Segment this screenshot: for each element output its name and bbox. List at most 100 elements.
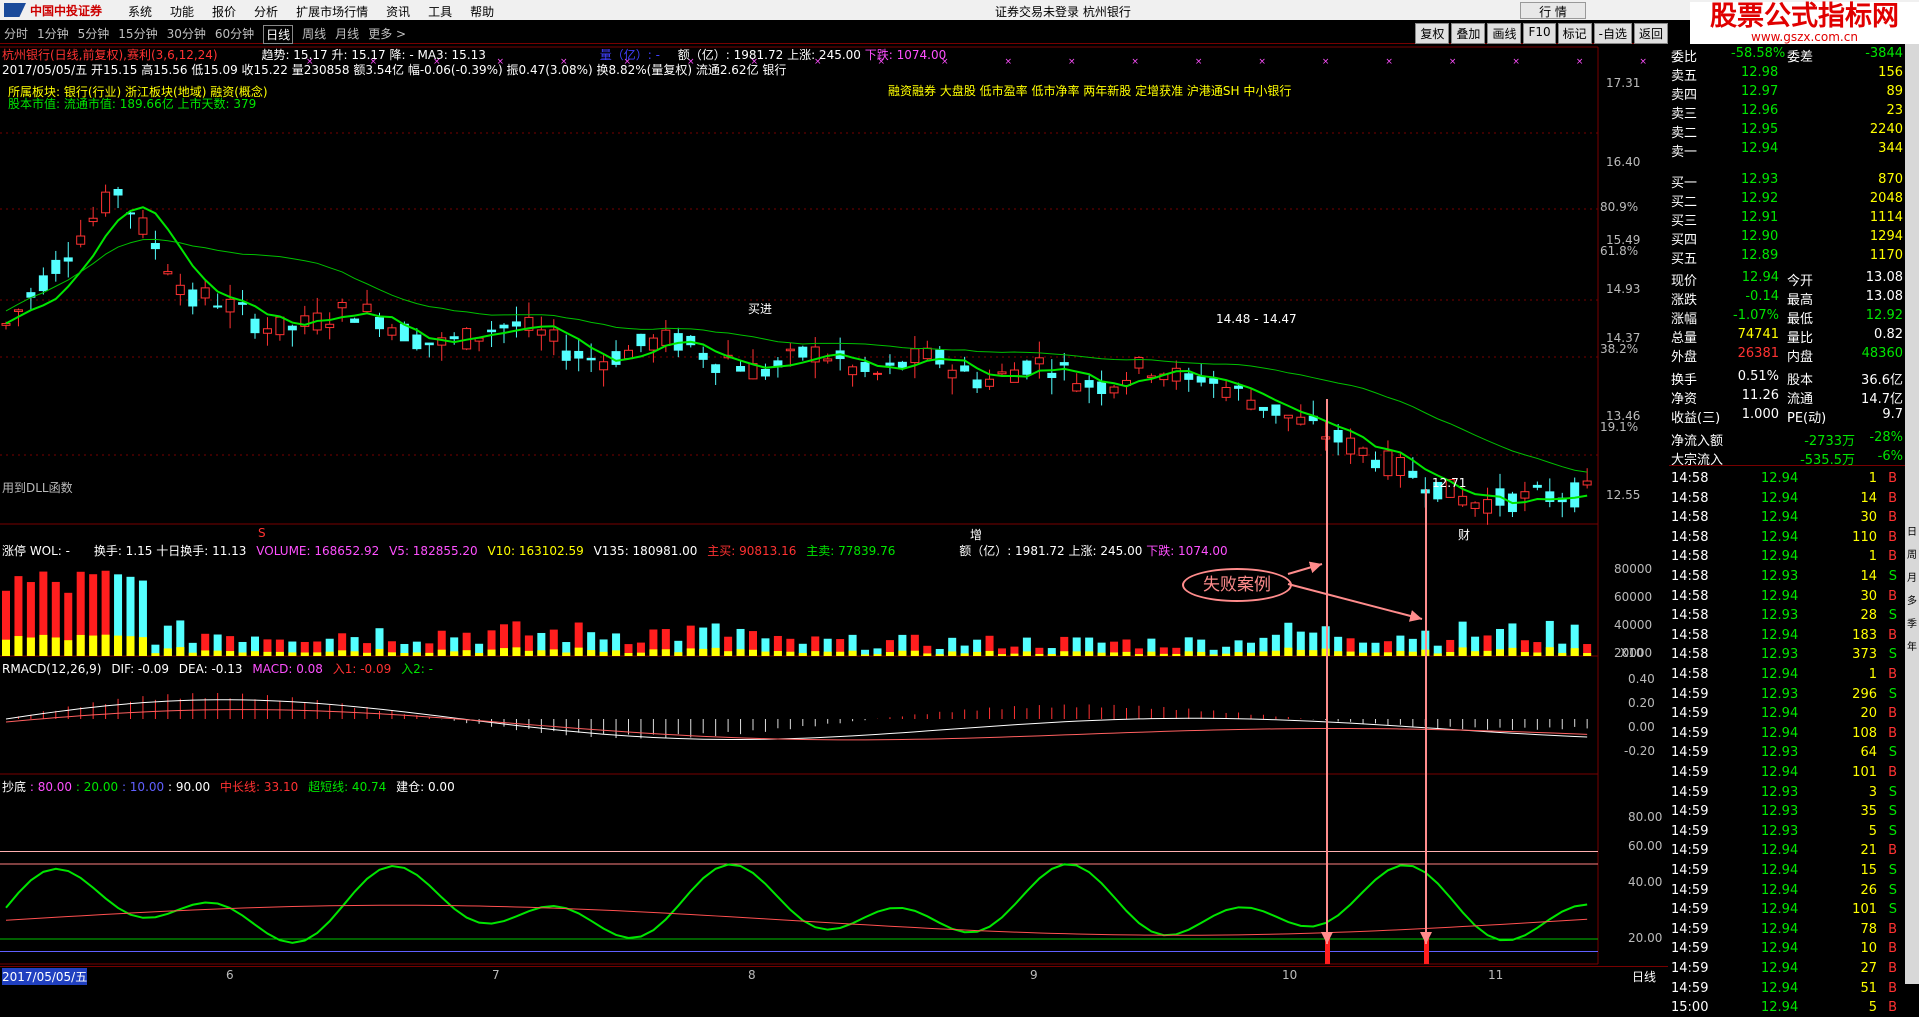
ask-volume: 23 (1886, 103, 1903, 118)
candle-body (1458, 495, 1468, 506)
candle-body (760, 368, 770, 377)
tick-direction: B (1888, 765, 1897, 780)
volume-bar-base (898, 650, 907, 656)
stat-value: 13.08 (1865, 289, 1903, 304)
volume-bar-base (1022, 651, 1031, 656)
mark-button[interactable]: 标记 (1557, 23, 1592, 44)
tick-row: 14:59 12.94 108 B (1669, 724, 1905, 743)
tab-5min[interactable]: 5分钟 (78, 25, 110, 44)
back-button[interactable]: 返回 (1633, 23, 1668, 44)
tab-more[interactable]: 更多 > (368, 25, 406, 44)
overlay-button[interactable]: 叠加 (1451, 23, 1486, 44)
candle-body (1470, 502, 1480, 509)
period-season-button[interactable]: 季 (1905, 616, 1919, 634)
low-price-label: 12.71 (1432, 476, 1467, 490)
date-axis-month: 8 (748, 968, 756, 982)
tick-row: 14:59 12.94 26 S (1669, 881, 1905, 900)
tick-price: 12.93 (1761, 784, 1799, 800)
candle-body (1196, 376, 1206, 383)
menu-news[interactable]: 资讯 (386, 3, 410, 20)
ask-row: 卖五 12.98 156 (1669, 63, 1905, 84)
candle-body (387, 327, 397, 336)
volume-bar-base (537, 650, 546, 656)
bottom-axis-label: 40.00 (1628, 875, 1663, 889)
tab-daily[interactable]: 日线 (263, 25, 294, 44)
volume-bar-base (475, 652, 484, 656)
tick-price: 12.94 (1761, 471, 1799, 486)
volume-bar-base (1284, 647, 1293, 656)
volume-bar-base (848, 650, 857, 656)
tab-monthly[interactable]: 月线 (335, 25, 359, 44)
candle-body (1532, 484, 1542, 488)
tick-row: 14:59 12.94 10 B (1669, 939, 1905, 958)
volume-bar-base (674, 652, 683, 656)
tick-direction: B (1888, 588, 1897, 604)
tick-direction: S (1888, 647, 1897, 663)
menu-system[interactable]: 系统 (128, 3, 152, 20)
candle-body (661, 329, 671, 346)
bid-price: 12.91 (1741, 210, 1779, 225)
menu-extended-market[interactable]: 扩展市场行情 (296, 3, 368, 20)
tick-volume: 1 (1868, 471, 1877, 486)
draw-line-button[interactable]: 画线 (1487, 23, 1522, 44)
candle-body (1395, 457, 1405, 476)
menu-help[interactable]: 帮助 (470, 3, 494, 20)
tick-volume: 110 (1852, 529, 1877, 545)
date-axis-month: 10 (1282, 968, 1298, 982)
menu-tools[interactable]: 工具 (428, 3, 452, 20)
volume-bar-base (736, 649, 745, 656)
tick-direction: S (1888, 882, 1897, 898)
tick-row: 14:59 12.93 296 S (1669, 685, 1905, 704)
stat-row: 涨幅 -1.07% 最低 12.92 (1669, 306, 1905, 327)
tick-price: 12.94 (1761, 921, 1799, 937)
volume-bar-base (39, 634, 48, 656)
tab-timeshare[interactable]: 分时 (4, 25, 28, 44)
tick-time: 14:59 (1671, 941, 1709, 957)
restore-rights-button[interactable]: 复权 (1415, 23, 1450, 44)
period-year-button[interactable]: 年 (1905, 639, 1919, 657)
tab-weekly[interactable]: 周线 (302, 25, 326, 44)
tick-row: 14:59 12.94 101 S (1669, 900, 1905, 919)
tick-direction: S (1888, 784, 1897, 800)
menu-quote[interactable]: 报价 (212, 3, 236, 20)
tick-direction: B (1888, 510, 1897, 526)
tick-time: 14:59 (1671, 686, 1709, 702)
tick-time: 14:58 (1671, 510, 1709, 526)
volume-bar-base (101, 634, 110, 656)
tick-price: 12.94 (1761, 667, 1799, 682)
menu-analysis[interactable]: 分析 (254, 3, 278, 20)
volume-bar-base (151, 653, 160, 656)
tick-direction: B (1888, 921, 1897, 937)
macd-axis-label: 0.20 (1628, 696, 1655, 710)
stat-value: 26381 (1737, 346, 1779, 361)
volume-bar-base (1483, 650, 1492, 656)
volume-bar-base (1060, 651, 1069, 656)
period-month-button[interactable]: 月 (1905, 570, 1919, 588)
tab-15min[interactable]: 15分钟 (118, 25, 157, 44)
candle-body (1371, 459, 1380, 469)
bottom-indicator-name: 抄底 (2, 780, 27, 794)
quote-button[interactable]: 行 情 (1520, 2, 1586, 19)
volume-bar-base (350, 651, 359, 656)
remove-watchlist-button[interactable]: -自选 (1593, 23, 1632, 44)
period-multi-button[interactable]: 多 (1905, 593, 1919, 611)
menu-function[interactable]: 功能 (170, 3, 194, 20)
volume-bar-base (624, 653, 633, 656)
chart-canvas[interactable]: ×××××××××××××××××××××××××× (0, 44, 1668, 984)
quote-panel: 委比 -58.58% 委差 -3844 卖五 12.98 156 卖四 12.97 89 卖… (1669, 44, 1905, 1015)
period-day-button[interactable]: 日 (1905, 524, 1919, 542)
candle-body (536, 329, 546, 336)
volume-bar-base (1184, 651, 1193, 656)
volume-bar-base (798, 652, 807, 656)
broker-logo-text: 中国中投证券 (30, 3, 103, 18)
period-week-button[interactable]: 周 (1905, 547, 1919, 565)
f10-button[interactable]: F10 (1523, 23, 1556, 44)
volume-bar-base (1496, 649, 1504, 656)
ask-label: 卖一 (1671, 145, 1698, 160)
tab-60min[interactable]: 60分钟 (215, 25, 254, 44)
bid-price: 12.93 (1741, 172, 1779, 187)
tab-1min[interactable]: 1分钟 (37, 25, 69, 44)
candle-body (1059, 362, 1069, 366)
volume-axis-label: 40000 (1614, 618, 1653, 632)
tab-30min[interactable]: 30分钟 (167, 25, 206, 44)
